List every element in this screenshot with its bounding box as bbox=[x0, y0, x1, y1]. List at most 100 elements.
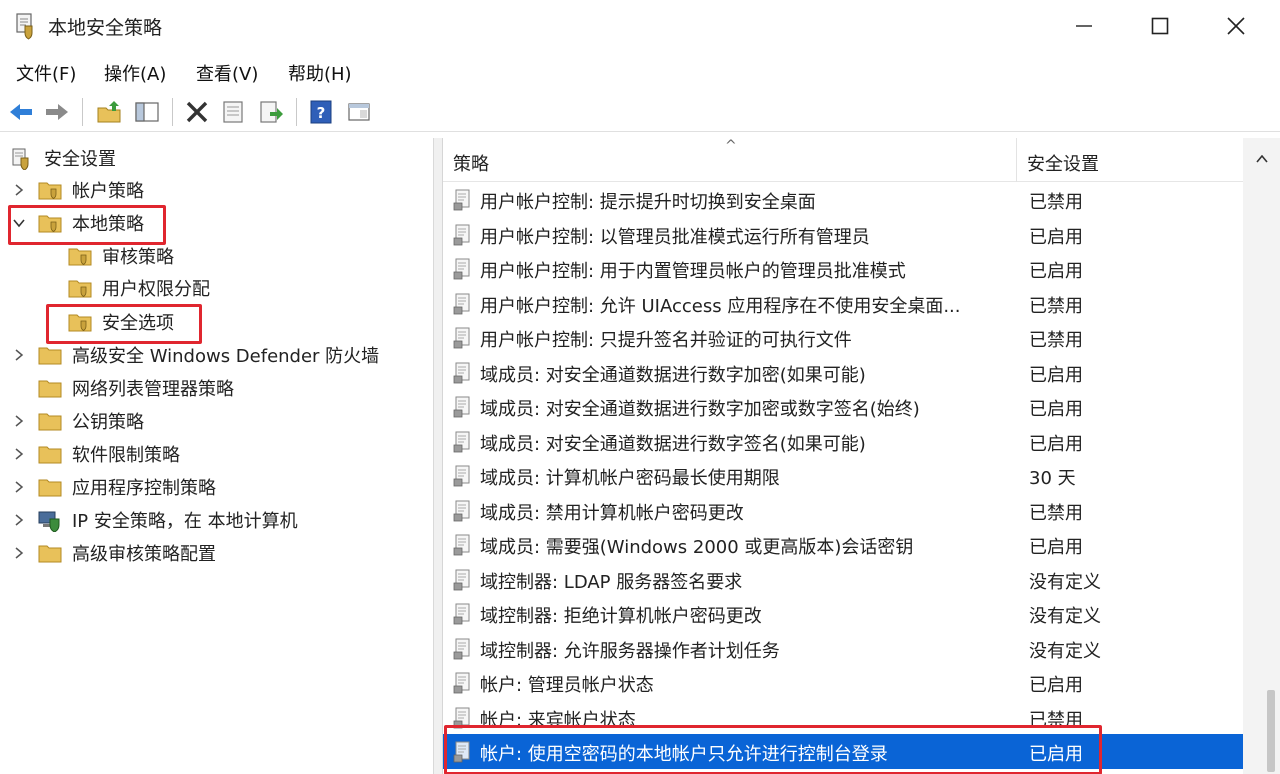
list-item[interactable]: 域成员: 禁用计算机帐户密码更改 已禁用 bbox=[443, 493, 1243, 528]
tree-item-user-rights-assignment[interactable]: 用户权限分配 bbox=[68, 272, 210, 304]
vertical-scrollbar[interactable] bbox=[1243, 138, 1280, 774]
list-item[interactable]: 用户帐户控制: 提示提升时切换到安全桌面 已禁用 bbox=[443, 182, 1243, 217]
properties-button[interactable] bbox=[218, 97, 248, 127]
policy-name: 用户帐户控制: 允许 UIAccess 应用程序在不使用安全桌面... bbox=[480, 295, 961, 317]
back-arrow-icon bbox=[10, 104, 32, 120]
policy-setting-icon bbox=[453, 465, 473, 487]
chevron-right-icon[interactable] bbox=[12, 414, 26, 428]
policy-setting-icon bbox=[453, 431, 473, 453]
list-item[interactable]: 域控制器: 拒绝计算机帐户密码更改 没有定义 bbox=[443, 596, 1243, 631]
console-button[interactable] bbox=[344, 97, 374, 127]
list-item[interactable]: 域成员: 计算机帐户密码最长使用期限 30 天 bbox=[443, 458, 1243, 493]
policy-setting-value: 已禁用 bbox=[1029, 502, 1083, 524]
policy-setting-value: 没有定义 bbox=[1029, 640, 1101, 662]
list-item[interactable]: 域成员: 对安全通道数据进行数字加密(如果可能) 已启用 bbox=[443, 355, 1243, 390]
policy-list: ^ 策略 安全设置 用户帐户控制: 提示提升时切换到安全桌面 已禁用 用户帐户控制:… bbox=[442, 138, 1280, 774]
show-hide-tree-button[interactable] bbox=[132, 97, 162, 127]
help-button[interactable]: ? bbox=[306, 97, 336, 127]
folder-icon bbox=[38, 345, 62, 365]
policy-setting-value: 没有定义 bbox=[1029, 571, 1101, 593]
column-divider[interactable] bbox=[1016, 138, 1017, 182]
menu-view[interactable]: 查看(V) bbox=[196, 60, 258, 86]
policy-name: 域成员: 计算机帐户密码最长使用期限 bbox=[480, 468, 780, 489]
column-header-security-setting[interactable]: 安全设置 bbox=[1027, 150, 1099, 176]
chevron-right-icon[interactable] bbox=[12, 546, 26, 560]
list-item[interactable]: 域控制器: LDAP 服务器签名要求 没有定义 bbox=[443, 562, 1243, 597]
close-button[interactable] bbox=[1198, 0, 1274, 52]
delete-icon bbox=[186, 101, 208, 123]
console-icon bbox=[348, 103, 370, 121]
scroll-up-arrow-icon[interactable] bbox=[1256, 148, 1268, 167]
pane-splitter[interactable] bbox=[434, 138, 442, 774]
maximize-button[interactable] bbox=[1122, 0, 1198, 52]
tree-item-label: IP 安全策略，在 本地计算机 bbox=[72, 511, 298, 532]
folder-icon bbox=[38, 378, 62, 398]
policy-name: 域成员: 禁用计算机帐户密码更改 bbox=[480, 502, 744, 524]
chevron-right-icon[interactable] bbox=[12, 183, 26, 197]
list-item[interactable]: 用户帐户控制: 允许 UIAccess 应用程序在不使用安全桌面... 已禁用 bbox=[443, 286, 1243, 321]
tree-item-advanced-audit-policy[interactable]: 高级审核策略配置 bbox=[12, 537, 216, 569]
list-item[interactable]: 用户帐户控制: 以管理员批准模式运行所有管理员 已启用 bbox=[443, 217, 1243, 252]
chevron-right-icon[interactable] bbox=[12, 480, 26, 494]
scrollbar-thumb[interactable] bbox=[1267, 690, 1275, 772]
policy-setting-value: 已启用 bbox=[1029, 226, 1083, 248]
tree-item-ip-security-policies[interactable]: IP 安全策略，在 本地计算机 bbox=[12, 504, 298, 536]
policy-name: 域成员: 对安全通道数据进行数字加密或数字签名(始终) bbox=[480, 399, 920, 420]
properties-icon bbox=[223, 101, 243, 123]
tree-item-label: 审核策略 bbox=[102, 247, 174, 268]
list-item[interactable]: 用户帐户控制: 用于内置管理员帐户的管理员批准模式 已启用 bbox=[443, 251, 1243, 286]
export-list-button[interactable] bbox=[256, 97, 286, 127]
menu-help[interactable]: 帮助(H) bbox=[288, 60, 352, 86]
tree-root-security-settings[interactable]: 安全设置 bbox=[10, 142, 116, 174]
local-security-policy-app-icon bbox=[14, 12, 38, 40]
tree-item-label: 帐户策略 bbox=[72, 181, 144, 202]
tree-item-label: 网络列表管理器策略 bbox=[72, 379, 234, 400]
tree-item-network-list-manager[interactable]: 网络列表管理器策略 bbox=[38, 372, 234, 404]
back-button[interactable] bbox=[6, 97, 36, 127]
policy-setting-value: 没有定义 bbox=[1029, 606, 1101, 627]
list-item[interactable]: 域控制器: 允许服务器操作者计划任务 没有定义 bbox=[443, 631, 1243, 666]
delete-button[interactable] bbox=[182, 97, 212, 127]
tree-item-audit-policy[interactable]: 审核策略 bbox=[68, 240, 174, 272]
highlight-box-local-policies bbox=[8, 205, 166, 245]
list-item[interactable]: 域成员: 需要强(Windows 2000 或更高版本)会话密钥 已启用 bbox=[443, 527, 1243, 562]
list-item[interactable]: 用户帐户控制: 只提升签名并验证的可执行文件 已禁用 bbox=[443, 320, 1243, 355]
list-item[interactable]: 帐户: 管理员帐户状态 已启用 bbox=[443, 665, 1243, 700]
tree-item-application-control[interactable]: 应用程序控制策略 bbox=[12, 471, 216, 503]
policy-setting-value: 已启用 bbox=[1029, 261, 1083, 282]
up-one-level-button[interactable] bbox=[94, 97, 124, 127]
list-item[interactable]: 域成员: 对安全通道数据进行数字签名(如果可能) 已启用 bbox=[443, 424, 1243, 459]
minimize-icon bbox=[1076, 25, 1092, 27]
tree-item-public-key-policies[interactable]: 公钥策略 bbox=[12, 405, 144, 437]
policy-setting-icon bbox=[453, 189, 473, 211]
tree-item-label: 高级安全 Windows Defender 防火墙 bbox=[72, 346, 380, 367]
tree-item-windows-defender-firewall[interactable]: 高级安全 Windows Defender 防火墙 bbox=[12, 339, 379, 371]
chevron-right-icon[interactable] bbox=[12, 447, 26, 461]
tree-item-account-policies[interactable]: 帐户策略 bbox=[12, 174, 144, 206]
column-header-policy[interactable]: 策略 bbox=[453, 150, 489, 176]
show-hide-tree-icon bbox=[135, 102, 159, 122]
policy-folder-icon bbox=[38, 180, 62, 200]
minimize-button[interactable] bbox=[1046, 0, 1122, 52]
tree-item-software-restriction[interactable]: 软件限制策略 bbox=[12, 438, 180, 470]
policy-setting-value: 已禁用 bbox=[1029, 192, 1083, 213]
tree-item-label: 公钥策略 bbox=[72, 412, 144, 433]
policy-setting-icon bbox=[453, 569, 473, 591]
title-bar: 本地安全策略 bbox=[0, 0, 1280, 52]
policy-name: 用户帐户控制: 用于内置管理员帐户的管理员批准模式 bbox=[480, 261, 906, 282]
menu-action[interactable]: 操作(A) bbox=[104, 60, 166, 86]
tree-item-label: 高级审核策略配置 bbox=[72, 544, 216, 565]
highlight-box-selected-policy bbox=[444, 725, 1102, 774]
forward-arrow-icon bbox=[46, 104, 68, 120]
menu-bar: 文件(F) 操作(A) 查看(V) 帮助(H) bbox=[0, 52, 1280, 90]
chevron-right-icon[interactable] bbox=[12, 348, 26, 362]
chevron-right-icon[interactable] bbox=[12, 513, 26, 527]
menu-file[interactable]: 文件(F) bbox=[16, 60, 76, 86]
policy-setting-icon bbox=[453, 500, 473, 522]
window-title: 本地安全策略 bbox=[48, 17, 163, 39]
highlight-box-security-options bbox=[46, 304, 202, 344]
list-item[interactable]: 域成员: 对安全通道数据进行数字加密或数字签名(始终) 已启用 bbox=[443, 389, 1243, 424]
policy-setting-icon bbox=[453, 258, 473, 280]
forward-button[interactable] bbox=[42, 97, 72, 127]
policy-setting-value: 已启用 bbox=[1029, 399, 1083, 420]
